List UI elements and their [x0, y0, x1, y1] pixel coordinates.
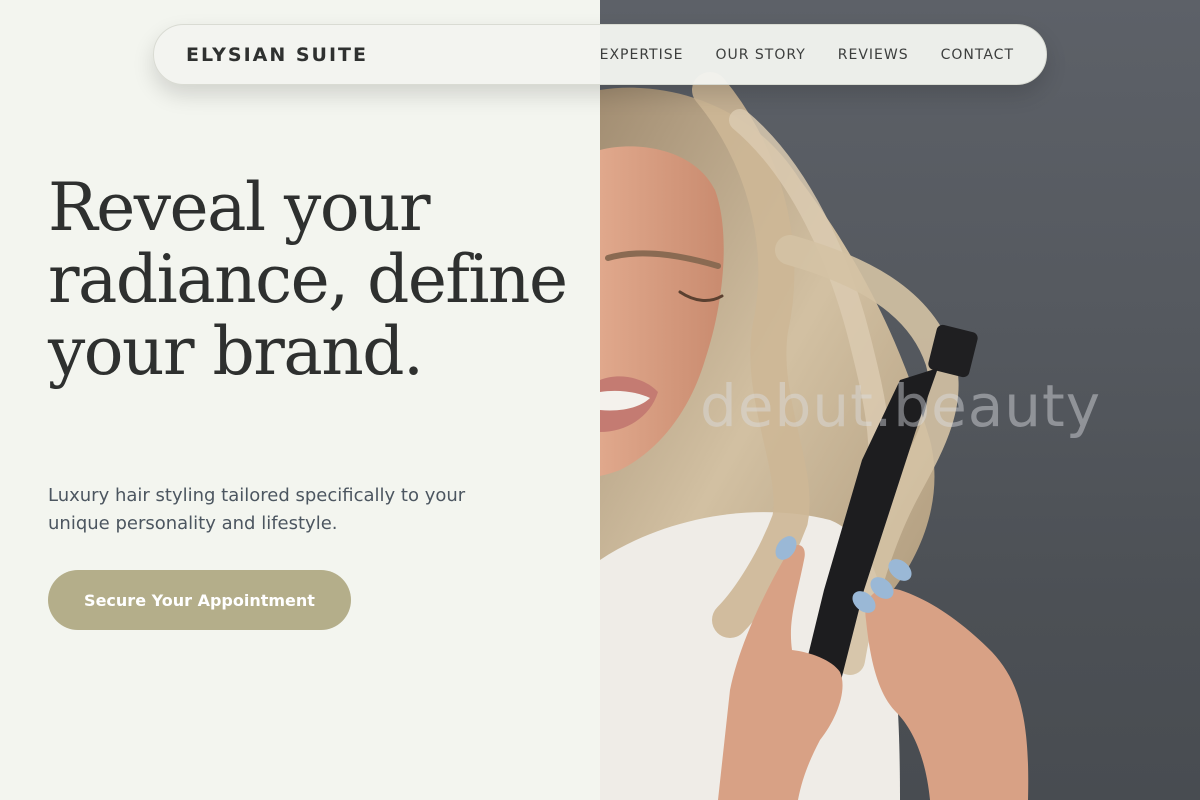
nav-link-reviews[interactable]: REVIEWS: [838, 47, 909, 63]
brand-logo[interactable]: ELYSIAN SUITE: [186, 44, 368, 66]
hero-subtitle: Luxury hair styling tailored specificall…: [48, 485, 466, 534]
nav-link-our-story[interactable]: OUR STORY: [715, 47, 805, 63]
hero-headline: Reveal your radiance, define your brand.: [48, 169, 568, 390]
nav-link-expertise[interactable]: EXPERTISE: [600, 47, 684, 63]
nav-link-contact[interactable]: CONTACT: [941, 47, 1014, 63]
hero-image-panel: debut.beauty: [600, 0, 1200, 800]
hero-left-panel: [0, 0, 600, 800]
book-appointment-button[interactable]: Secure Your Appointment: [48, 570, 351, 630]
image-watermark: debut.beauty: [700, 372, 1102, 440]
top-navigation: ELYSIAN SUITE EXPERTISE OUR STORY REVIEW…: [153, 24, 1047, 85]
nav-links: EXPERTISE OUR STORY REVIEWS CONTACT: [600, 47, 1014, 63]
